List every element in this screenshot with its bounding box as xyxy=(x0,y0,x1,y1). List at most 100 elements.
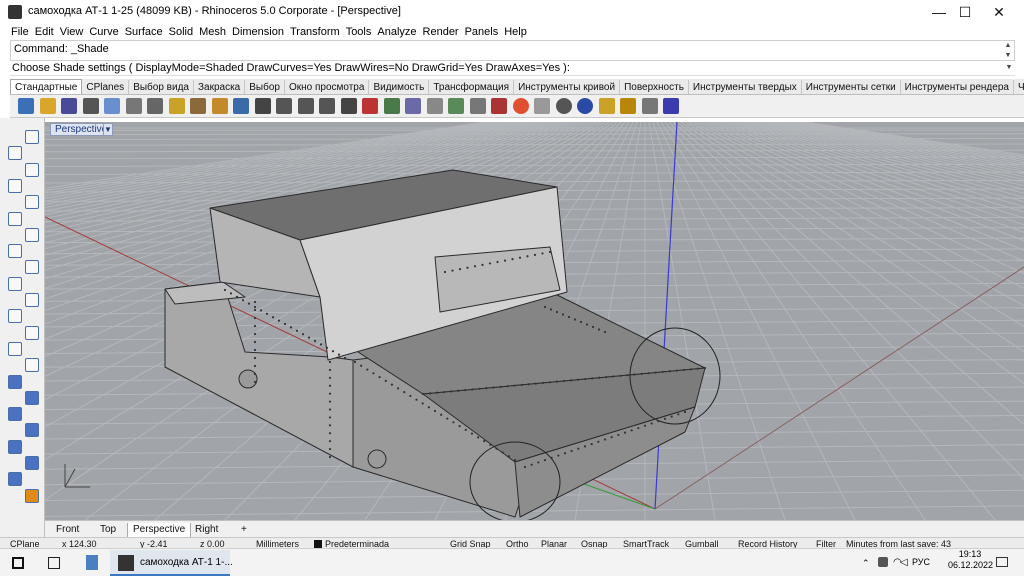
tray-chevron-icon[interactable]: ⌃ xyxy=(862,558,870,569)
select-arrow-icon[interactable] xyxy=(25,130,39,144)
rotate-view-icon[interactable] xyxy=(233,98,249,114)
osnap-toggle[interactable]: Osnap xyxy=(581,539,608,548)
calculator-icon[interactable] xyxy=(86,555,98,570)
toolbar-tab[interactable]: Закраска xyxy=(194,80,246,94)
menu-tools[interactable]: Tools xyxy=(343,24,375,40)
close-button[interactable]: ✕ xyxy=(982,0,1016,24)
scroll-down-icon[interactable]: ▼ xyxy=(1003,52,1013,60)
planar-toggle[interactable]: Planar xyxy=(541,539,567,548)
options-icon[interactable] xyxy=(620,98,636,114)
ghosted-icon[interactable] xyxy=(534,98,550,114)
view-tab-right[interactable]: Right xyxy=(190,523,223,538)
scroll-up-icon[interactable]: ▲ xyxy=(1003,42,1013,50)
menu-curve[interactable]: Curve xyxy=(86,24,121,40)
filter-toggle[interactable]: Filter xyxy=(816,539,836,548)
mesh-icon[interactable] xyxy=(25,423,39,438)
toolbar-tab[interactable]: Поверхность xyxy=(620,80,689,94)
car-icon[interactable] xyxy=(362,98,378,114)
record-history-toggle[interactable]: Record History xyxy=(738,539,798,548)
status-layer[interactable]: Predeterminada xyxy=(325,539,389,548)
circle-icon[interactable] xyxy=(25,195,39,210)
tray-clock[interactable]: 19:13 06.12.2022 xyxy=(948,549,993,571)
arc-icon[interactable] xyxy=(8,211,22,226)
shaded-sphere-icon[interactable] xyxy=(555,98,572,114)
offset-icon[interactable] xyxy=(25,293,39,307)
notifications-icon[interactable] xyxy=(996,557,1008,567)
smarttrack-toggle[interactable]: SmartTrack xyxy=(623,539,669,548)
polyline-icon[interactable] xyxy=(25,162,39,177)
menu-analyze[interactable]: Analyze xyxy=(374,24,419,40)
copy-icon[interactable] xyxy=(147,98,163,114)
view-tab-perspective[interactable]: Perspective xyxy=(127,523,192,538)
layer-icon[interactable] xyxy=(448,98,464,114)
toolbar-tab[interactable]: Трансформация xyxy=(429,80,515,94)
menu-help[interactable]: Help xyxy=(501,24,530,40)
menu-file[interactable]: File xyxy=(8,24,32,40)
zoom-extents-icon[interactable] xyxy=(297,98,314,114)
transform-icon[interactable] xyxy=(8,472,22,487)
toolbar-tab[interactable]: Видимость xyxy=(369,80,430,94)
grid-icon[interactable] xyxy=(383,98,400,114)
toolbar-tab[interactable]: Инструменты сетки xyxy=(802,80,901,94)
rendered-sphere-icon[interactable] xyxy=(577,98,593,114)
curve-icon[interactable] xyxy=(8,178,22,193)
lock-icon[interactable] xyxy=(469,98,486,114)
cplane-icon[interactable] xyxy=(405,98,421,114)
start-icon[interactable] xyxy=(12,557,24,569)
cylinder-icon[interactable] xyxy=(8,407,22,422)
menu-surface[interactable]: Surface xyxy=(122,24,166,40)
save-icon[interactable] xyxy=(61,98,77,114)
view-tab-top[interactable]: Top xyxy=(95,523,121,538)
loft-icon[interactable] xyxy=(8,341,22,356)
pan-icon[interactable] xyxy=(211,98,228,114)
boolean-icon[interactable] xyxy=(8,439,22,454)
ellipse-icon[interactable] xyxy=(25,227,39,242)
open-icon[interactable] xyxy=(39,98,56,114)
menu-transform[interactable]: Transform xyxy=(287,24,343,40)
menu-solid[interactable]: Solid xyxy=(166,24,196,40)
texture-icon[interactable] xyxy=(598,98,615,114)
menu-mesh[interactable]: Mesh xyxy=(196,24,229,40)
ortho-toggle[interactable]: Ortho xyxy=(506,539,529,548)
zoom-icon[interactable] xyxy=(254,98,271,114)
fillet-icon[interactable] xyxy=(8,276,22,291)
extrude-icon[interactable] xyxy=(25,358,39,373)
toolbar-tab[interactable]: Стандартные xyxy=(10,79,83,94)
toolbar-tab[interactable]: Инструменты кривой xyxy=(514,80,621,94)
toolbar-tab[interactable]: CPlanes xyxy=(82,80,130,94)
print-icon[interactable] xyxy=(82,98,99,114)
import-icon[interactable] xyxy=(104,98,120,114)
four-views-icon[interactable] xyxy=(340,98,357,114)
dimension-icon[interactable] xyxy=(25,456,39,470)
rectangle-icon[interactable] xyxy=(25,260,39,275)
zoom-window-icon[interactable] xyxy=(276,98,292,114)
menu-panels[interactable]: Panels xyxy=(462,24,502,40)
polygon-icon[interactable] xyxy=(8,244,22,259)
color-wheel-icon[interactable] xyxy=(512,98,529,114)
point-icon[interactable] xyxy=(8,146,22,161)
new-icon[interactable] xyxy=(18,98,34,114)
surface-icon[interactable] xyxy=(25,325,39,340)
viewport-menu-arrow-icon[interactable]: ▼ xyxy=(103,123,113,136)
status-cplane[interactable]: CPlane xyxy=(10,539,40,548)
render-icon[interactable] xyxy=(25,488,39,503)
menu-edit[interactable]: Edit xyxy=(32,24,57,40)
grid-snap-toggle[interactable]: Grid Snap xyxy=(450,539,491,548)
toolbar-tab[interactable]: Выбор xyxy=(245,80,285,94)
gear-icon[interactable] xyxy=(641,98,658,114)
maximize-button[interactable]: ☐ xyxy=(948,0,982,24)
box-icon[interactable] xyxy=(8,374,22,389)
render-icon[interactable] xyxy=(491,98,507,114)
point-icon[interactable] xyxy=(426,98,443,114)
extend-icon[interactable] xyxy=(8,309,22,324)
command-prompt[interactable]: Choose Shade settings ( DisplayMode=Shad… xyxy=(10,61,1015,76)
cut-icon[interactable] xyxy=(125,98,142,114)
sphere-icon[interactable] xyxy=(25,390,39,405)
toolbar-tab[interactable]: Выбор вида xyxy=(129,80,194,94)
view-tab-front[interactable]: Front xyxy=(51,523,84,538)
toolbar-tab[interactable]: Чертеж xyxy=(1014,80,1024,94)
toolbar-tab[interactable]: Инструменты рендера xyxy=(901,80,1014,94)
menu-view[interactable]: View xyxy=(57,24,87,40)
zoom-selected-icon[interactable] xyxy=(319,98,335,114)
menu-render[interactable]: Render xyxy=(420,24,462,40)
